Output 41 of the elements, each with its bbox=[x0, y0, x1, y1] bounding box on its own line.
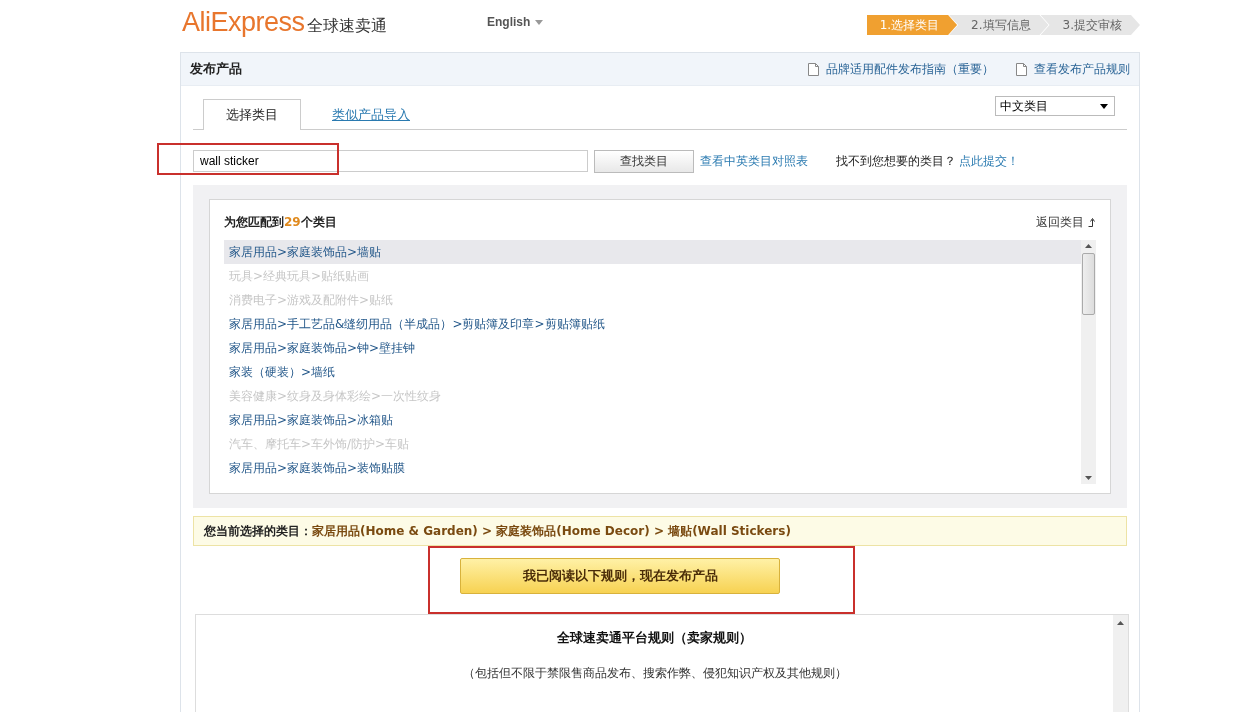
progress-step: 1.选择类目 bbox=[866, 15, 958, 35]
logo-tagline: 全球速卖通 bbox=[306, 15, 387, 37]
category-item[interactable]: 家居用品>手工艺品&缝纫用品（半成品）>剪贴簿及印章>剪贴簿贴纸 bbox=[224, 312, 1081, 336]
tab[interactable]: 选择类目 bbox=[203, 99, 301, 130]
scroll-down-icon bbox=[1085, 476, 1092, 480]
category-language-select[interactable]: 中文类目 bbox=[995, 96, 1115, 116]
back-link[interactable]: 返回类目 bbox=[1036, 213, 1096, 231]
category-item[interactable]: 家居用品>家庭装饰品>冰箱贴 bbox=[224, 408, 1081, 432]
match-count: 为您匹配到29个类目 bbox=[224, 213, 337, 231]
mapping-link[interactable]: 查看中英类目对照表 bbox=[700, 152, 808, 170]
missing-category-text: 找不到您想要的类目？ bbox=[836, 152, 956, 170]
document-icon bbox=[808, 62, 819, 76]
panel-title: 发布产品 bbox=[190, 60, 242, 78]
category-item[interactable]: 家装（硬装）>墙纸 bbox=[224, 360, 1081, 384]
guide-link[interactable]: 查看发布产品规则 bbox=[1016, 60, 1130, 78]
caret-icon bbox=[1100, 103, 1108, 109]
language-dropdown[interactable]: English bbox=[487, 15, 544, 29]
category-item[interactable]: 家居用品>家庭装饰品>钟>壁挂钟 bbox=[224, 336, 1081, 360]
scrollbar[interactable] bbox=[1113, 615, 1128, 712]
scroll-up-icon bbox=[1117, 621, 1124, 625]
submit-link[interactable]: 点此提交！ bbox=[959, 152, 1019, 170]
guide-link[interactable]: 品牌适用配件发布指南（重要） bbox=[808, 60, 994, 78]
rules-subtitle: （包括但不限于禁限售商品发布、搜索作弊、侵犯知识产权及其他规则） bbox=[461, 665, 848, 682]
scroll-thumb[interactable] bbox=[1082, 253, 1095, 315]
document-icon bbox=[1016, 62, 1027, 76]
tab[interactable]: 类似产品导入 bbox=[309, 99, 433, 129]
up-arrow-icon bbox=[1088, 217, 1096, 227]
search-field[interactable]: wall sticker bbox=[193, 150, 588, 172]
scroll-up-icon bbox=[1085, 244, 1092, 248]
progress-step: 2.填写信息 bbox=[949, 15, 1049, 35]
progress-step: 3.提交审核 bbox=[1040, 15, 1140, 35]
logo-wordmark: AliExpress bbox=[182, 6, 305, 38]
find-category-button[interactable]: 查找类目 bbox=[594, 149, 694, 173]
scrollbar[interactable] bbox=[1081, 240, 1096, 484]
category-item[interactable]: 家居用品>家庭装饰品>墙贴 bbox=[224, 240, 1081, 264]
category-item[interactable]: 家居用品>家庭装饰品>装饰贴膜 bbox=[224, 456, 1081, 480]
selected-category-path: 家居用品(Home & Garden) > 家庭装饰品(Home Decor) > 墙贴(Wall Stickers) bbox=[312, 522, 791, 540]
rules-title: 全球速卖通平台规则（卖家规则） bbox=[556, 629, 753, 647]
caret-icon bbox=[535, 19, 544, 25]
selected-category-label: 您当前选择的类目： bbox=[204, 522, 312, 540]
publish-button[interactable]: 我已阅读以下规则，现在发布产品 bbox=[460, 558, 780, 594]
